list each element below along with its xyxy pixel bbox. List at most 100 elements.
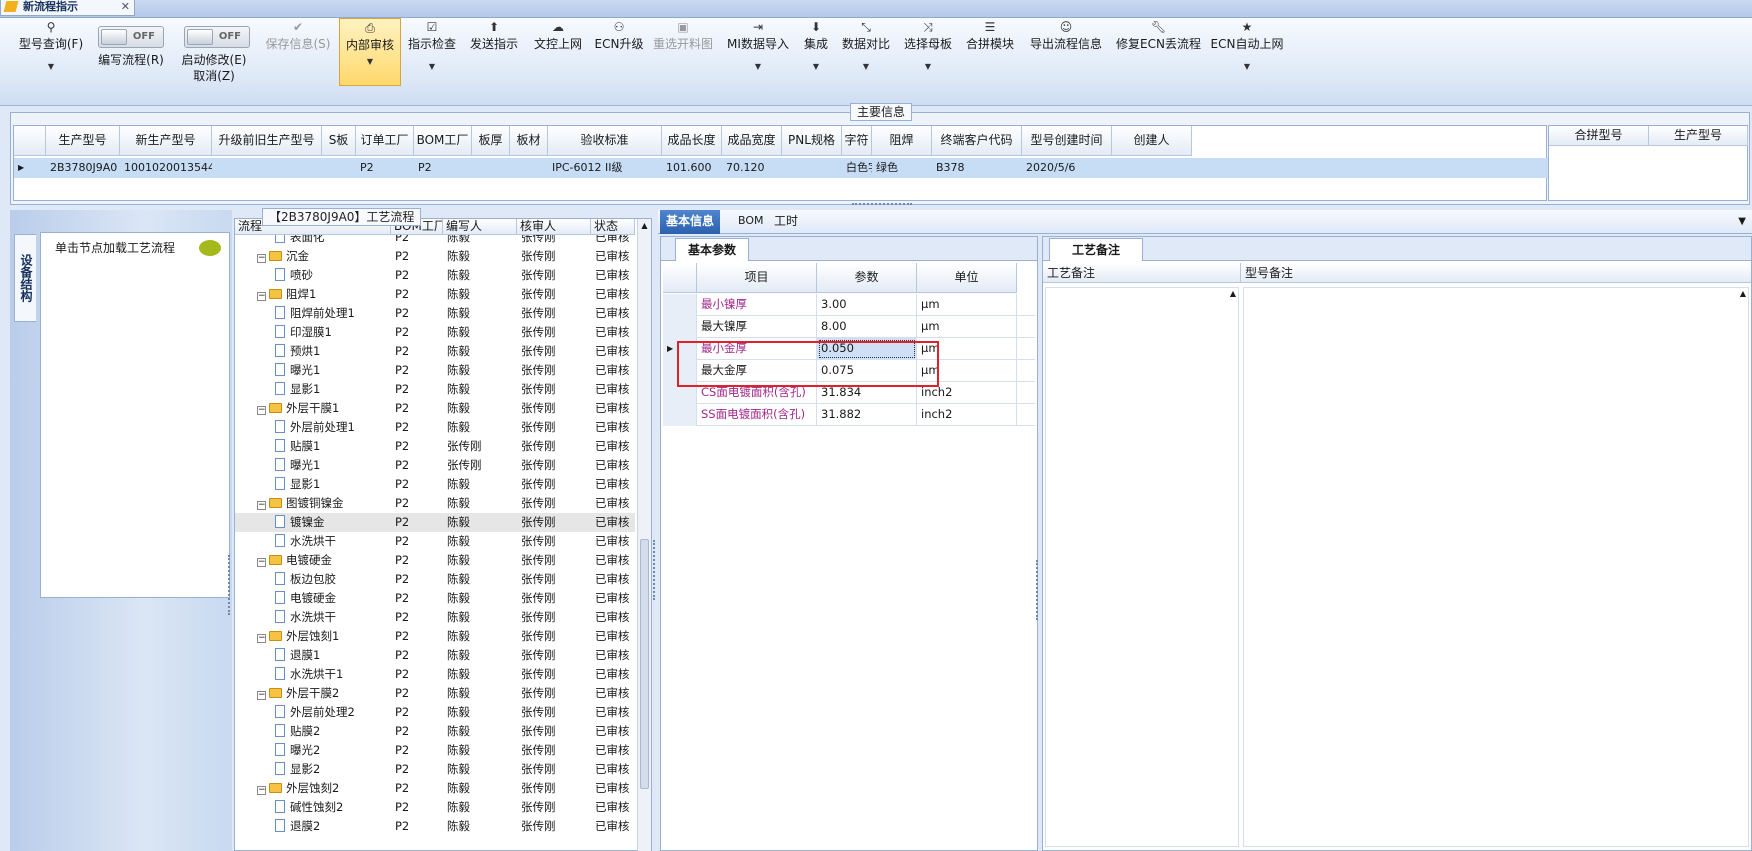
flow-row[interactable]: 贴膜1 P2 张传刚 张传刚 已审核 — [235, 437, 635, 456]
flow-row[interactable]: − 外层干膜2 P2 陈毅 张传刚 已审核 — [235, 684, 635, 703]
repair-ecn-flow-button[interactable]: 🔧︎ 修复ECN丢流程 — [1116, 18, 1201, 102]
scroll-up-icon[interactable]: ▲ — [1737, 289, 1749, 301]
main-cell[interactable] — [1114, 158, 1192, 178]
collapse-icon[interactable]: − — [257, 558, 266, 567]
scroll-thumb[interactable] — [640, 539, 649, 789]
flow-node[interactable]: 贴膜2 — [275, 722, 391, 741]
flow-node[interactable]: 曝光1 — [275, 456, 391, 475]
flow-col-header[interactable]: 核审人 — [517, 219, 591, 235]
param-grid-corner[interactable] — [663, 263, 697, 293]
main-cell[interactable] — [474, 158, 510, 178]
document-tab[interactable]: 新流程指示 ✕ — [0, 0, 135, 16]
main-col-header[interactable]: S板 — [322, 126, 356, 156]
main-cell[interactable]: 10010200135445 — [122, 158, 212, 178]
main-cell[interactable] — [784, 158, 842, 178]
flow-node[interactable]: 曝光2 — [275, 741, 391, 760]
splitter-grip[interactable] — [1036, 560, 1040, 620]
flow-node[interactable]: − 阻焊1 — [257, 285, 391, 304]
flow-node[interactable]: 阻焊前处理1 — [275, 304, 391, 323]
flow-node[interactable]: 曝光1 — [275, 361, 391, 380]
main-col-header[interactable]: PNL规格 — [782, 126, 842, 156]
param-value[interactable]: 3.00 — [817, 294, 917, 316]
tab-process-remarks[interactable]: 工艺备注 — [1049, 238, 1144, 261]
flow-node[interactable]: − 外层蚀刻1 — [257, 627, 391, 646]
flow-node[interactable]: − 外层干膜1 — [257, 399, 391, 418]
flow-node[interactable]: 外层前处理2 — [275, 703, 391, 722]
flow-row[interactable]: 表面化 P2 陈毅 张传刚 已审核 — [235, 235, 635, 247]
flow-row[interactable]: 曝光1 P2 陈毅 张传刚 已审核 — [235, 361, 635, 380]
ecn-auto-online-button[interactable]: ★ ECN自动上网 ▼ — [1210, 18, 1284, 102]
flow-node[interactable]: 印湿膜1 — [275, 323, 391, 342]
flow-row[interactable]: 水洗烘干1 P2 陈毅 张传刚 已审核 — [235, 665, 635, 684]
row-header[interactable] — [663, 316, 697, 338]
flow-node[interactable]: 显影2 — [275, 760, 391, 779]
flow-node[interactable]: 电镀硬金 — [275, 589, 391, 608]
tab-basic-params[interactable]: 基本参数 — [675, 238, 750, 261]
flow-node[interactable]: 退膜1 — [275, 646, 391, 665]
select-mother-board-button[interactable]: ⤨ 选择母板 ▼ — [902, 18, 954, 102]
flow-row[interactable]: − 阻焊1 P2 陈毅 张传刚 已审核 — [235, 285, 635, 304]
flow-node[interactable]: 镀镍金 — [275, 513, 391, 532]
main-col-header[interactable]: 成品宽度 — [722, 126, 782, 156]
flow-row[interactable]: 外层前处理1 P2 陈毅 张传刚 已审核 — [235, 418, 635, 437]
chevron-down-icon[interactable]: ▼ — [406, 62, 458, 71]
flow-row[interactable]: 电镀硬金 P2 陈毅 张传刚 已审核 — [235, 589, 635, 608]
chevron-down-icon[interactable]: ▼ — [1738, 216, 1746, 227]
row-header[interactable] — [663, 294, 697, 316]
flow-row[interactable]: 镀镍金 P2 陈毅 张传刚 已审核 — [235, 513, 635, 532]
main-col-header[interactable]: 阻焊 — [872, 126, 932, 156]
cancel-label[interactable]: 取消(Z) — [174, 68, 254, 84]
flow-col-header[interactable]: 编写人 — [443, 219, 517, 235]
flow-node[interactable]: 水洗烘干 — [275, 532, 391, 551]
reselect-drawing-button[interactable]: ▣ 重选开料图 — [652, 18, 714, 102]
main-col-header[interactable]: BOM工厂 — [414, 126, 472, 156]
flow-row[interactable]: 预烘1 P2 陈毅 张传刚 已审核 — [235, 342, 635, 361]
flow-node[interactable]: − 沉金 — [257, 247, 391, 266]
data-compare-button[interactable]: ⤡ 数据对比 ▼ — [840, 18, 892, 102]
mi-import-button[interactable]: ⇥ MI数据导入 ▼ — [724, 18, 792, 102]
flow-row[interactable]: 显影1 P2 陈毅 张传刚 已审核 — [235, 380, 635, 399]
scroll-up-icon[interactable]: ▲ — [1227, 289, 1239, 301]
internal-review-button[interactable]: ⎙ 内部审核 ▼ — [339, 18, 401, 86]
main-col-header[interactable]: 型号创建时间 — [1022, 126, 1112, 156]
param-col-unit[interactable]: 单位 — [917, 263, 1017, 293]
main-cell[interactable]: B378 — [934, 158, 1022, 178]
chevron-down-icon[interactable]: ▼ — [800, 62, 832, 71]
param-value[interactable]: 31.882 — [817, 404, 917, 426]
main-cell[interactable]: 2B3780J9A0 — [48, 158, 120, 178]
flow-row[interactable]: 阻焊前处理1 P2 陈毅 张传刚 已审核 — [235, 304, 635, 323]
main-col-header[interactable]: 板材 — [510, 126, 548, 156]
flow-row[interactable]: 水洗烘干 P2 陈毅 张传刚 已审核 — [235, 532, 635, 551]
merge-module-button[interactable]: ☰ 合拼模块 — [964, 18, 1016, 102]
splitter-grip[interactable] — [852, 203, 912, 207]
main-col-header[interactable]: 成品长度 — [662, 126, 722, 156]
flow-node[interactable]: 显影1 — [275, 380, 391, 399]
collapse-icon[interactable]: − — [257, 501, 266, 510]
flow-node[interactable]: 退膜2 — [275, 817, 391, 836]
process-note-textarea[interactable] — [1045, 287, 1239, 847]
flow-node[interactable]: 水洗烘干 — [275, 608, 391, 627]
chevron-down-icon[interactable]: ▼ — [14, 62, 88, 71]
flow-row[interactable]: 水洗烘干 P2 陈毅 张传刚 已审核 — [235, 608, 635, 627]
flow-row[interactable]: 显影2 P2 陈毅 张传刚 已审核 — [235, 760, 635, 779]
flow-row[interactable]: − 沉金 P2 陈毅 张传刚 已审核 — [235, 247, 635, 266]
flow-row[interactable]: 喷砂 P2 陈毅 张传刚 已审核 — [235, 266, 635, 285]
splitter-grip[interactable] — [228, 555, 232, 615]
flow-node[interactable]: 碱性蚀刻2 — [275, 798, 391, 817]
equipment-structure-tab[interactable]: 设备结构 — [14, 234, 36, 322]
flow-row[interactable]: − 电镀硬金 P2 陈毅 张传刚 已审核 — [235, 551, 635, 570]
collapse-icon[interactable]: − — [257, 292, 266, 301]
collapse-icon[interactable]: − — [257, 634, 266, 643]
flow-row[interactable]: − 外层蚀刻2 P2 陈毅 张传刚 已审核 — [235, 779, 635, 798]
main-cell[interactable]: IPC-6012 II级 — [550, 158, 662, 178]
flow-node[interactable]: − 图镀铜镍金 — [257, 494, 391, 513]
chevron-down-icon[interactable]: ▼ — [902, 62, 954, 71]
main-cell[interactable]: 白色字符 — [844, 158, 872, 178]
start-modify-button[interactable]: 启动修改(E) 取消(Z) — [174, 52, 254, 88]
tab-bom[interactable]: BOM — [732, 210, 770, 234]
row-header[interactable] — [663, 404, 697, 426]
param-value[interactable]: 8.00 — [817, 316, 917, 338]
main-cell[interactable]: 2020/5/6 — [1024, 158, 1112, 178]
save-info-button[interactable]: ✔ 保存信息(S) — [262, 18, 334, 102]
main-info-row[interactable]: ▶ 2B3780J9A010010200135445 P2P2 IPC-6012 II… — [14, 158, 1548, 178]
